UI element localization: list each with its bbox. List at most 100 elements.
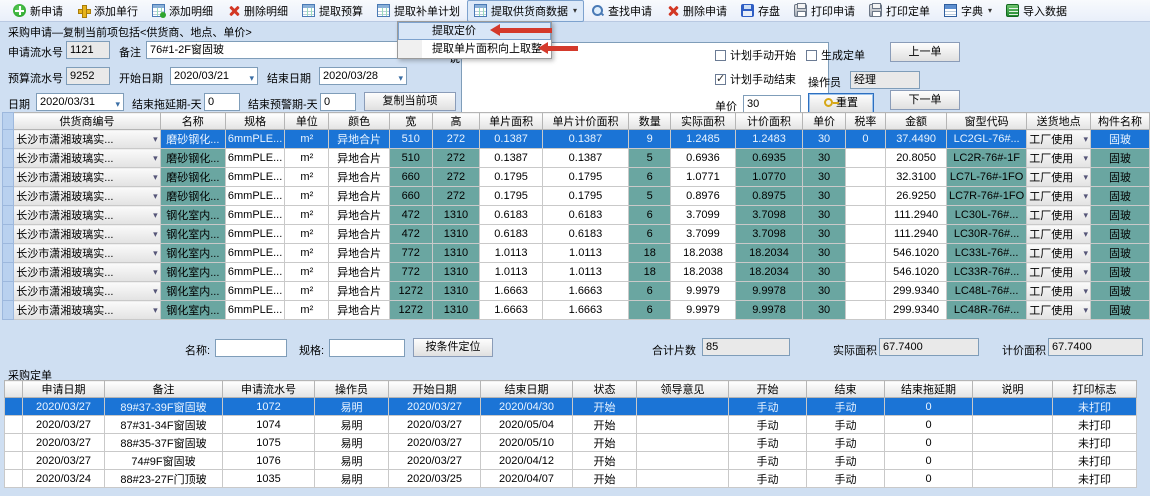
table-cell[interactable]: LC30R-76#... — [947, 225, 1027, 244]
table-cell[interactable]: 1.2483 — [735, 130, 803, 149]
table-cell[interactable] — [3, 206, 14, 225]
table-cell[interactable]: 固玻 — [1090, 168, 1149, 187]
end-delay-field[interactable]: 0 — [204, 93, 240, 111]
table-cell[interactable]: 手动 — [729, 470, 807, 488]
table-cell[interactable]: 1.0113 — [542, 263, 628, 282]
table-cell[interactable]: 1.6663 — [480, 282, 542, 301]
table-cell[interactable]: 6mmPLE... — [225, 187, 284, 206]
column-header[interactable]: 结束拖延期 — [885, 381, 973, 398]
toolbar-button-14[interactable]: 导入数据 — [999, 0, 1074, 22]
table-cell[interactable]: 0 — [885, 398, 973, 416]
table-cell[interactable]: LC30L-76#... — [947, 206, 1027, 225]
table-cell[interactable]: 6 — [629, 301, 671, 320]
table-cell[interactable]: 易明 — [315, 452, 389, 470]
table-cell[interactable]: 1.0113 — [542, 244, 628, 263]
table-cell[interactable]: 660 — [390, 168, 433, 187]
table-cell[interactable]: 开始 — [573, 452, 637, 470]
column-header[interactable]: 单价 — [803, 113, 845, 130]
table-cell[interactable]: 0.1795 — [480, 187, 542, 206]
table-cell[interactable]: 74#9F窗固玻 — [105, 452, 223, 470]
table-cell[interactable]: 1310 — [432, 244, 480, 263]
table-cell[interactable]: 89#37-39F窗固玻 — [105, 398, 223, 416]
table-cell[interactable]: 6mmPLE... — [225, 263, 284, 282]
toolbar-button-9[interactable]: 删除申请 — [659, 0, 734, 22]
table-cell[interactable]: 1072 — [223, 398, 315, 416]
table-row[interactable]: 长沙市潇湘玻璃实...磨砂钢化...6mmPLE...m²异地合片5102720… — [3, 149, 1150, 168]
table-cell[interactable]: 2020/03/27 — [389, 398, 481, 416]
table-cell[interactable]: 18 — [629, 244, 671, 263]
toolbar-button-8[interactable]: 查找申请 — [584, 0, 659, 22]
table-cell[interactable]: 30 — [803, 225, 845, 244]
table-cell[interactable]: 111.2940 — [886, 225, 947, 244]
table-cell[interactable]: 6mmPLE... — [225, 225, 284, 244]
table-cell[interactable]: 2020/04/07 — [481, 470, 573, 488]
table-cell[interactable]: 1.2485 — [671, 130, 735, 149]
column-header[interactable]: 申请流水号 — [223, 381, 315, 398]
table-cell[interactable] — [3, 149, 14, 168]
table-cell[interactable] — [845, 187, 885, 206]
table-cell[interactable]: 0.1795 — [542, 168, 628, 187]
table-cell[interactable]: 1310 — [432, 282, 480, 301]
table-cell[interactable]: 2020/04/12 — [481, 452, 573, 470]
table-cell[interactable]: 长沙市潇湘玻璃实... — [14, 149, 160, 168]
column-header[interactable]: 打印标志 — [1053, 381, 1137, 398]
operator-field[interactable]: 经理 — [850, 71, 920, 89]
table-cell[interactable]: LC2R-76#-1F — [947, 149, 1027, 168]
table-cell[interactable]: 磨砂钢化... — [160, 187, 225, 206]
table-cell[interactable] — [845, 263, 885, 282]
checkbox-icon[interactable] — [715, 50, 726, 61]
table-cell[interactable]: 1272 — [390, 282, 433, 301]
table-cell[interactable] — [5, 434, 23, 452]
table-cell[interactable]: 开始 — [573, 398, 637, 416]
table-cell[interactable]: 9.9978 — [735, 282, 803, 301]
table-cell[interactable]: 0.6936 — [671, 149, 735, 168]
column-header[interactable]: 名称 — [160, 113, 225, 130]
table-cell[interactable]: 工厂使用 — [1027, 130, 1091, 149]
table-cell[interactable]: 0.1387 — [480, 130, 542, 149]
table-cell[interactable]: 1310 — [432, 206, 480, 225]
column-header[interactable]: 计价面积 — [735, 113, 803, 130]
table-cell[interactable]: 6mmPLE... — [225, 244, 284, 263]
column-header[interactable]: 高 — [432, 113, 480, 130]
column-header[interactable]: 实际面积 — [671, 113, 735, 130]
table-cell[interactable]: 6mmPLE... — [225, 168, 284, 187]
filter-spec-input[interactable] — [329, 339, 405, 357]
table-row[interactable]: 2020/03/2774#9F窗固玻1076易明2020/03/272020/0… — [5, 452, 1137, 470]
table-row[interactable]: 2020/03/2488#23-27F门顶玻1035易明2020/03/2520… — [5, 470, 1137, 488]
table-cell[interactable]: 5 — [629, 187, 671, 206]
table-cell[interactable]: LC48L-76#... — [947, 282, 1027, 301]
table-cell[interactable]: 未打印 — [1053, 398, 1137, 416]
table-cell[interactable]: 6 — [629, 282, 671, 301]
table-cell[interactable]: 手动 — [807, 470, 885, 488]
table-cell[interactable]: 1.0770 — [735, 168, 803, 187]
column-header[interactable]: 构件名称 — [1090, 113, 1149, 130]
table-cell[interactable]: 0.1387 — [542, 149, 628, 168]
table-cell[interactable] — [845, 244, 885, 263]
table-cell[interactable]: 1035 — [223, 470, 315, 488]
column-header[interactable]: 开始日期 — [389, 381, 481, 398]
table-cell[interactable] — [637, 470, 729, 488]
table-cell[interactable]: 18.2038 — [671, 263, 735, 282]
table-cell[interactable]: 2020/03/27 — [389, 434, 481, 452]
column-header[interactable] — [5, 381, 23, 398]
table-cell[interactable]: 长沙市潇湘玻璃实... — [14, 187, 160, 206]
table-cell[interactable]: 0 — [885, 470, 973, 488]
table-cell[interactable]: 6mmPLE... — [225, 206, 284, 225]
table-cell[interactable] — [973, 416, 1053, 434]
table-cell[interactable]: 18 — [629, 263, 671, 282]
table-cell[interactable]: 易明 — [315, 398, 389, 416]
column-header[interactable]: 金额 — [886, 113, 947, 130]
table-row[interactable]: 长沙市潇湘玻璃实...钢化室内...6mmPLE...m²异地合片7721310… — [3, 244, 1150, 263]
table-cell[interactable] — [3, 168, 14, 187]
table-cell[interactable]: 2020/03/27 — [23, 452, 105, 470]
table-cell[interactable]: 6mmPLE... — [225, 301, 284, 320]
table-cell[interactable]: 0.6183 — [542, 206, 628, 225]
table-cell[interactable]: 异地合片 — [329, 225, 390, 244]
table-row[interactable]: 2020/03/2789#37-39F窗固玻1072易明2020/03/2720… — [5, 398, 1137, 416]
table-cell[interactable]: 2020/03/27 — [389, 416, 481, 434]
table-cell[interactable]: 长沙市潇湘玻璃实... — [14, 206, 160, 225]
toolbar-button-2[interactable]: 添加单行 — [70, 0, 145, 22]
table-cell[interactable]: 异地合片 — [329, 187, 390, 206]
column-header[interactable]: 单片计价面积 — [542, 113, 628, 130]
table-cell[interactable] — [5, 416, 23, 434]
